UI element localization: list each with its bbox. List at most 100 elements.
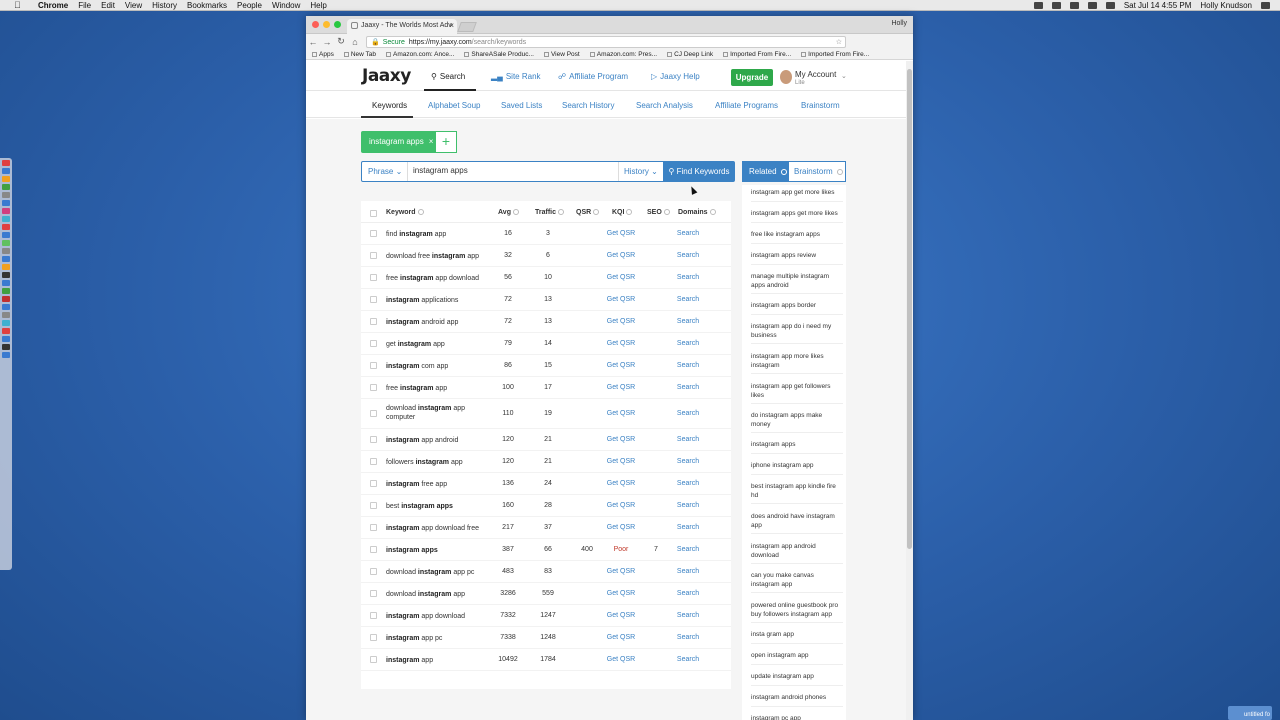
search-mode-select[interactable]: Phrase ⌄ xyxy=(362,162,408,181)
menu-history[interactable]: History xyxy=(152,1,177,10)
page-scrollbar[interactable] xyxy=(906,61,913,720)
get-qsr-link[interactable]: Get QSR xyxy=(603,410,639,417)
header-seo[interactable]: SEO xyxy=(647,209,670,216)
domains-search-link[interactable]: Search xyxy=(670,362,706,369)
row-checkbox[interactable] xyxy=(370,296,377,303)
row-checkbox[interactable] xyxy=(370,384,377,391)
get-qsr-link[interactable]: Get QSR xyxy=(603,340,639,347)
dock-app-icon[interactable] xyxy=(2,200,10,206)
scrollbar-thumb[interactable] xyxy=(907,69,912,549)
keyword-cell[interactable]: get instagram app xyxy=(386,340,491,349)
row-checkbox[interactable] xyxy=(370,436,377,443)
info-icon[interactable] xyxy=(512,209,519,216)
dock-app-icon[interactable] xyxy=(2,208,10,214)
maximize-window-button[interactable] xyxy=(334,21,341,28)
domains-search-link[interactable]: Search xyxy=(670,230,706,237)
related-keyword-item[interactable]: iphone instagram app xyxy=(751,462,843,475)
home-icon[interactable]: ⌂ xyxy=(348,37,362,47)
dock-app-icon[interactable] xyxy=(2,176,10,182)
domains-search-link[interactable]: Search xyxy=(670,502,706,509)
bookmark-item[interactable]: New Tab xyxy=(343,51,376,58)
header-qsr[interactable]: QSR xyxy=(576,209,600,216)
header-keyword[interactable]: Keyword xyxy=(386,209,424,216)
domains-search-link[interactable]: Search xyxy=(670,318,706,325)
keyword-cell[interactable]: instagram apps xyxy=(386,546,491,555)
bookmark-item[interactable]: ShareASale Produc... xyxy=(464,51,534,58)
dock-app-icon[interactable] xyxy=(2,272,10,278)
dock-app-icon[interactable] xyxy=(2,312,10,318)
domains-search-link[interactable]: Search xyxy=(670,458,706,465)
close-tab-icon[interactable]: × xyxy=(449,21,454,30)
keyword-cell[interactable]: download free instagram app xyxy=(386,252,491,261)
row-checkbox[interactable] xyxy=(370,524,377,531)
dock-app-icon[interactable] xyxy=(2,336,10,342)
domains-search-link[interactable]: Search xyxy=(670,480,706,487)
row-checkbox[interactable] xyxy=(370,612,377,619)
keyword-cell[interactable]: instagram app download free xyxy=(386,524,491,533)
related-keyword-item[interactable]: free like instagram apps xyxy=(751,231,843,244)
dock-app-icon[interactable] xyxy=(2,296,10,302)
related-keyword-item[interactable]: open instagram app xyxy=(751,652,843,665)
search-chip[interactable]: instagram apps × xyxy=(361,131,442,153)
get-qsr-link[interactable]: Get QSR xyxy=(603,318,639,325)
related-keyword-item[interactable]: instagram app android download xyxy=(751,543,843,564)
dock-app-icon[interactable] xyxy=(2,320,10,326)
subnav-brainstorm[interactable]: Brainstorm xyxy=(801,101,840,110)
bookmark-item[interactable]: View Post xyxy=(543,51,580,58)
related-keyword-item[interactable]: instagram app do i need my business xyxy=(751,323,843,344)
get-qsr-link[interactable]: Get QSR xyxy=(603,436,639,443)
get-qsr-link[interactable]: Get QSR xyxy=(603,568,639,575)
info-icon[interactable] xyxy=(558,209,565,216)
get-qsr-link[interactable]: Get QSR xyxy=(603,252,639,259)
tab-related[interactable]: Related xyxy=(743,162,789,181)
upgrade-button[interactable]: Upgrade xyxy=(731,69,773,86)
jaaxy-logo[interactable]: Jaaxy xyxy=(362,66,411,86)
dock-app-icon[interactable] xyxy=(2,160,10,166)
info-icon[interactable] xyxy=(417,209,424,216)
domains-search-link[interactable]: Search xyxy=(670,568,706,575)
related-keyword-item[interactable]: instagram app get more likes xyxy=(751,189,843,202)
apple-menu-icon[interactable]:  xyxy=(14,0,26,10)
related-keyword-item[interactable]: best instagram app kindle fire hd xyxy=(751,483,843,504)
related-keyword-item[interactable]: does android have instagram app xyxy=(751,513,843,534)
related-keyword-item[interactable]: manage multiple instagram apps android xyxy=(751,273,843,294)
nav-search[interactable]: ⚲ Search xyxy=(431,72,465,81)
keyword-cell[interactable]: instagram com app xyxy=(386,362,491,371)
related-keyword-item[interactable]: instagram android phones xyxy=(751,694,843,707)
get-qsr-link[interactable]: Get QSR xyxy=(603,524,639,531)
search-icon[interactable] xyxy=(1261,2,1270,9)
keyword-input[interactable] xyxy=(413,166,613,175)
get-qsr-link[interactable]: Get QSR xyxy=(603,480,639,487)
header-traffic[interactable]: Traffic xyxy=(535,209,565,216)
info-icon[interactable] xyxy=(780,168,787,175)
bookmark-folder[interactable]: Imported From Fire... xyxy=(801,51,869,58)
bookmark-star-icon[interactable]: ☆ xyxy=(836,38,842,46)
related-keyword-item[interactable]: instagram apps border xyxy=(751,302,843,315)
desktop-folder-label[interactable]: untitled fo xyxy=(1228,706,1272,720)
dock-app-icon[interactable] xyxy=(2,232,10,238)
get-qsr-link[interactable]: Get QSR xyxy=(603,274,639,281)
domains-search-link[interactable]: Search xyxy=(670,524,706,531)
history-select[interactable]: History ⌄ xyxy=(618,162,662,181)
profile-name[interactable]: Holly xyxy=(891,20,907,27)
dock-app-icon[interactable] xyxy=(2,240,10,246)
subnav-search-analysis[interactable]: Search Analysis xyxy=(636,101,693,110)
header-domains[interactable]: Domains xyxy=(678,209,716,216)
keyword-cell[interactable]: followers instagram app xyxy=(386,458,491,467)
row-checkbox[interactable] xyxy=(370,410,377,417)
bookmark-item[interactable]: CJ Deep Link xyxy=(667,51,713,58)
row-checkbox[interactable] xyxy=(370,546,377,553)
keyword-cell[interactable]: free instagram app xyxy=(386,384,491,393)
close-window-button[interactable] xyxy=(312,21,319,28)
keyword-cell[interactable]: instagram app download xyxy=(386,612,491,621)
nav-jaaxy-help[interactable]: ▷ Jaaxy Help xyxy=(651,72,700,81)
get-qsr-link[interactable]: Get QSR xyxy=(603,590,639,597)
row-checkbox[interactable] xyxy=(370,480,377,487)
dock-app-icon[interactable] xyxy=(2,304,10,310)
keyword-cell[interactable]: instagram android app xyxy=(386,318,491,327)
volume-icon[interactable] xyxy=(1087,2,1097,9)
domains-search-link[interactable]: Search xyxy=(670,634,706,641)
menu-bookmarks[interactable]: Bookmarks xyxy=(187,1,227,10)
dock-app-icon[interactable] xyxy=(2,184,10,190)
domains-search-link[interactable]: Search xyxy=(670,340,706,347)
